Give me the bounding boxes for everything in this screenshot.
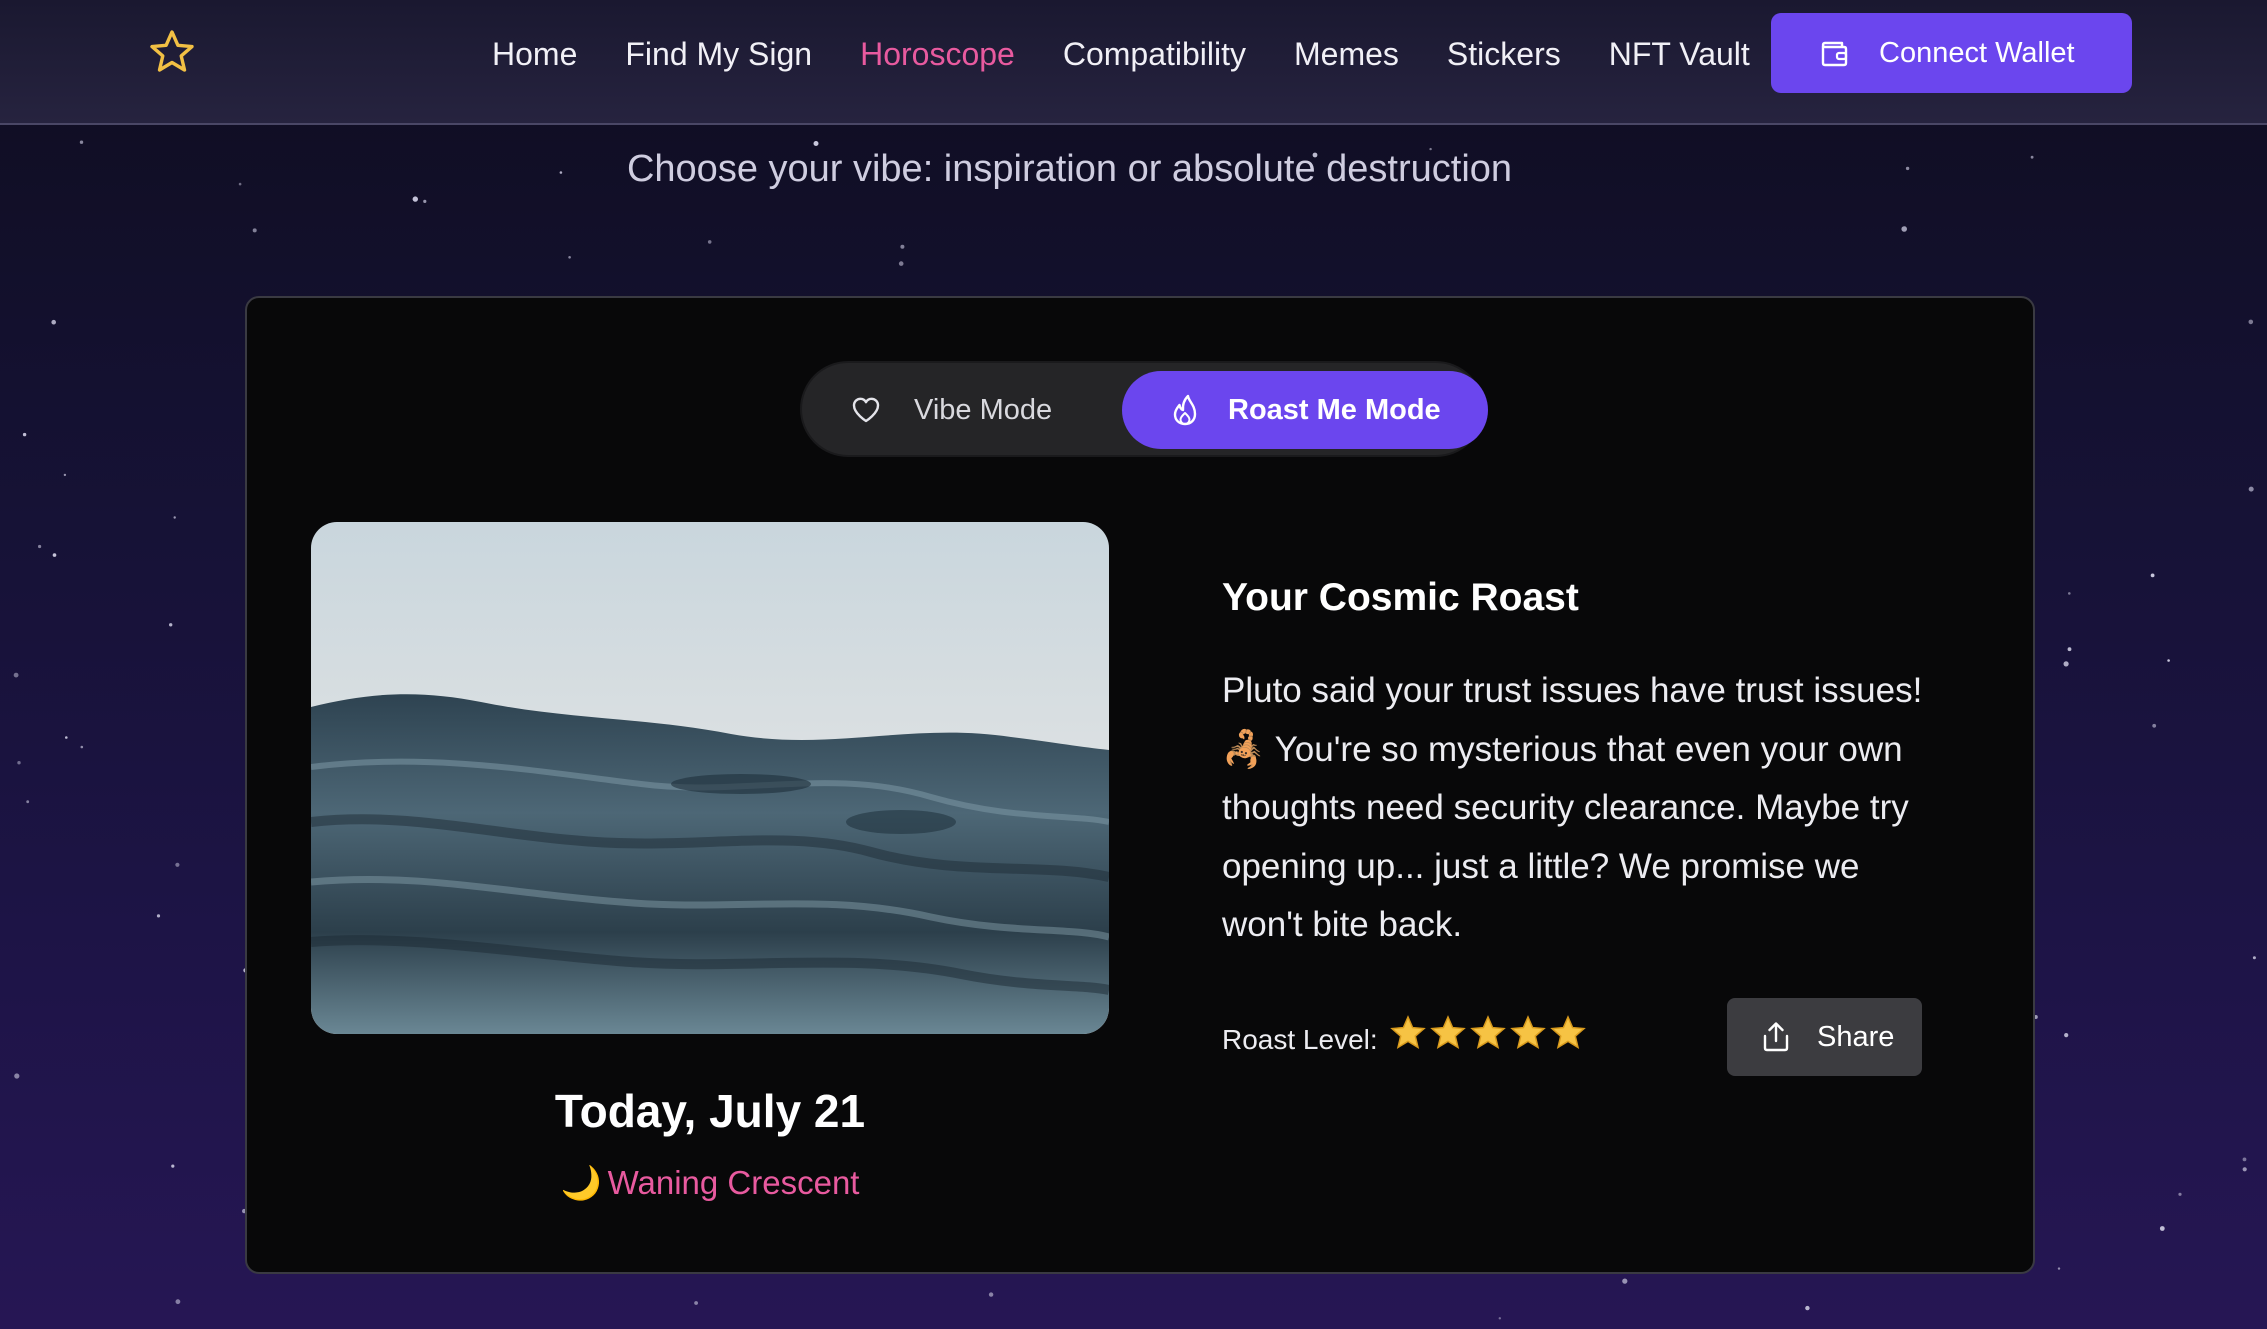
- horoscope-card: Vibe Mode Roast Me Mode Today, July 21 🌙…: [245, 296, 2035, 1274]
- nav-link-nft-vault[interactable]: NFT Vault: [1609, 36, 1750, 73]
- background-star: [900, 244, 905, 249]
- moon-phase-label: Waning Crescent: [607, 1164, 860, 1201]
- background-star: [2242, 1167, 2247, 1172]
- background-star: [14, 1073, 20, 1079]
- background-star: [2178, 1192, 2182, 1196]
- background-star: [694, 1301, 698, 1305]
- roast-level-rating: [1390, 1015, 1586, 1051]
- rating-star-icon: [1510, 1015, 1546, 1049]
- moon-icon: 🌙: [560, 1164, 602, 1201]
- moon-phase: 🌙 Waning Crescent: [311, 1164, 1109, 1203]
- connect-wallet-label: Connect Wallet: [1879, 36, 2075, 69]
- background-star: [26, 800, 30, 804]
- background-star: [2150, 573, 2155, 578]
- background-star: [2057, 1267, 2061, 1270]
- background-star: [2167, 659, 2170, 662]
- background-star: [80, 745, 84, 749]
- background-star: [79, 140, 84, 144]
- background-star: [252, 228, 257, 233]
- wallet-icon: [1821, 41, 1848, 67]
- background-star: [988, 1292, 994, 1297]
- background-star: [1901, 226, 1907, 232]
- rating-star-icon: [1470, 1015, 1506, 1049]
- background-star: [1498, 1317, 1502, 1320]
- roast-me-mode-option[interactable]: Roast Me Mode: [1122, 371, 1488, 449]
- reading-date: Today, July 21: [554, 1085, 866, 1137]
- rating-star-icon: [1550, 1015, 1586, 1049]
- background-star: [38, 544, 42, 549]
- background-star: [1805, 1305, 1810, 1311]
- nav-link-compatibility[interactable]: Compatibility: [1063, 36, 1246, 73]
- background-star: [175, 1299, 181, 1305]
- background-star: [2252, 956, 2256, 960]
- nav-link-stickers[interactable]: Stickers: [1447, 36, 1561, 73]
- background-star: [51, 319, 56, 325]
- background-star: [813, 141, 819, 146]
- background-star: [2064, 1033, 2069, 1038]
- nav-link-find-my-sign[interactable]: Find My Sign: [625, 36, 812, 73]
- background-star: [1622, 1278, 1628, 1284]
- background-star: [2159, 1226, 2165, 1231]
- background-star: [22, 432, 27, 437]
- background-star: [707, 240, 712, 244]
- background-star: [65, 736, 68, 739]
- nav-link-home[interactable]: Home: [492, 36, 577, 73]
- share-button[interactable]: Share: [1727, 998, 1922, 1076]
- horoscope-image: [311, 522, 1109, 1034]
- background-star: [63, 473, 67, 477]
- background-star: [171, 1164, 175, 1168]
- background-star: [173, 516, 176, 519]
- background-star: [169, 623, 173, 627]
- background-star: [412, 196, 418, 202]
- top-nav: Home Find My Sign Horoscope Compatibilit…: [0, 0, 2267, 125]
- rating-star-icon: [1430, 1015, 1466, 1049]
- share-label: Share: [1817, 1020, 1895, 1053]
- roast-text: Pluto said your trust issues have trust …: [1222, 671, 1923, 944]
- background-star: [568, 255, 571, 259]
- share-icon: [1763, 1022, 1789, 1052]
- nav-links: Home Find My Sign Horoscope Compatibilit…: [492, 0, 1798, 108]
- background-star: [2068, 592, 2071, 595]
- flame-icon: [1173, 394, 1197, 426]
- background-star: [175, 862, 180, 867]
- background-star: [17, 761, 21, 765]
- background-star: [2248, 319, 2254, 325]
- roast-title: Your Cosmic Roast: [1222, 576, 1579, 619]
- nav-link-horoscope[interactable]: Horoscope: [860, 36, 1015, 73]
- background-star: [2067, 647, 2072, 652]
- background-star: [2242, 1157, 2247, 1162]
- background-star: [2152, 723, 2157, 728]
- rating-star-icon: [1390, 1015, 1426, 1049]
- roast-me-mode-label: Roast Me Mode: [1228, 393, 1441, 426]
- background-star: [2248, 486, 2254, 492]
- background-star: [898, 261, 904, 266]
- nav-link-memes[interactable]: Memes: [1294, 36, 1399, 73]
- roast-level-label: Roast Level:: [1222, 1024, 1378, 1055]
- background-star: [423, 199, 427, 203]
- heart-icon: [852, 397, 880, 423]
- background-star: [2063, 661, 2069, 667]
- vibe-mode-label: Vibe Mode: [914, 393, 1053, 426]
- vibe-mode-option[interactable]: Vibe Mode: [850, 371, 1052, 449]
- page-subtitle: Choose your vibe: inspiration or absolut…: [626, 148, 1513, 190]
- background-star: [13, 672, 19, 678]
- star-outline-icon[interactable]: [148, 28, 196, 76]
- mode-toggle: Vibe Mode Roast Me Mode: [800, 361, 1488, 457]
- background-star: [52, 553, 57, 557]
- connect-wallet-button[interactable]: Connect Wallet: [1771, 13, 2132, 93]
- background-star: [156, 914, 161, 918]
